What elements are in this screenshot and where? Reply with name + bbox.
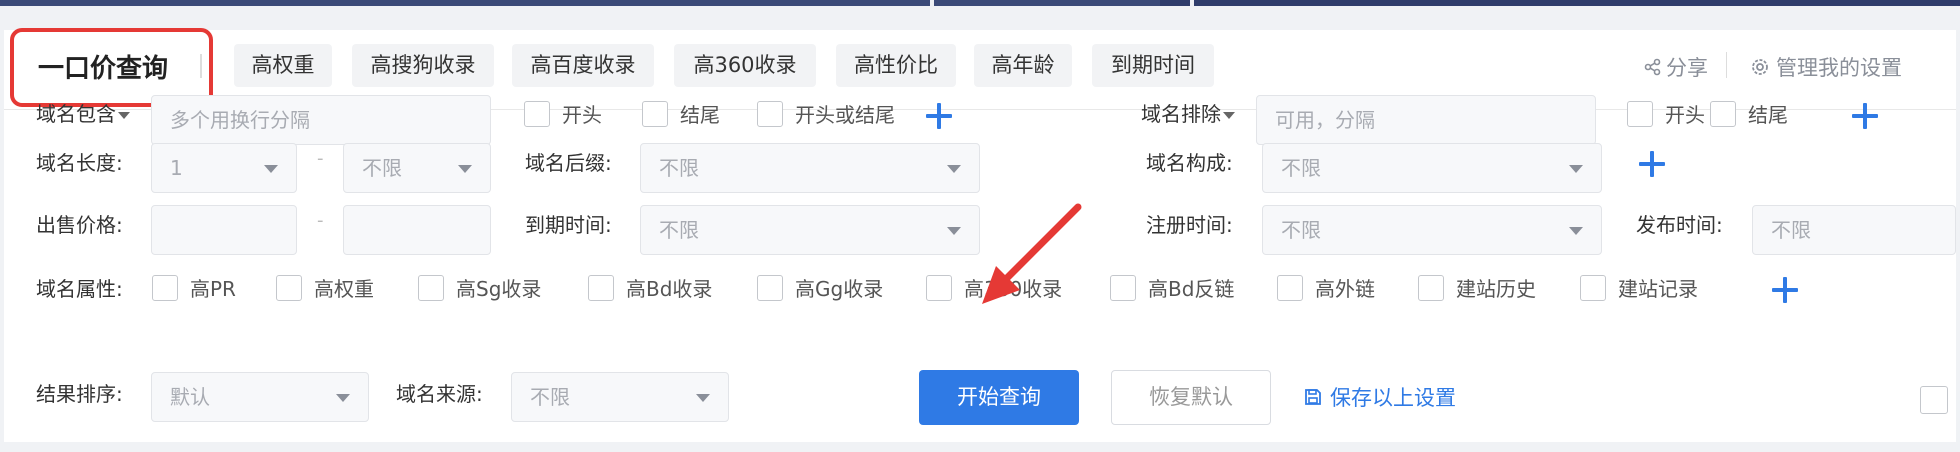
expire-select[interactable]: 不限	[640, 205, 980, 255]
reset-default-button[interactable]: 恢复默认	[1111, 370, 1271, 425]
include-either-label: 开头或结尾	[795, 103, 895, 127]
quick-tab-expire[interactable]: 到期时间	[1092, 44, 1214, 87]
attr-gg-checkbox[interactable]	[757, 275, 783, 301]
attr-weight-label: 高权重	[314, 277, 374, 301]
attr-pr-label: 高PR	[190, 277, 236, 301]
caret-down-icon	[696, 394, 710, 402]
quick-tab-360[interactable]: 高360收录	[674, 44, 816, 87]
range-dash: -	[317, 148, 324, 169]
top-nav-bar-right	[1160, 0, 1960, 6]
compose-select[interactable]: 不限	[1262, 143, 1602, 193]
attr-bd-checkbox[interactable]	[588, 275, 614, 301]
quick-tab-value[interactable]: 高性价比	[836, 44, 956, 87]
header-divider	[1726, 52, 1727, 78]
caret-down-icon	[118, 112, 130, 119]
include-start-checkbox[interactable]	[524, 101, 550, 127]
attr-sg-checkbox[interactable]	[418, 275, 444, 301]
search-panel: 一口价查询 高权重 高搜狗收录 高百度收录 高360收录 高性价比 高年龄 到期…	[4, 28, 1956, 442]
plus-icon[interactable]	[926, 103, 952, 129]
range-dash: -	[317, 210, 324, 231]
price-max-input[interactable]	[343, 205, 491, 255]
exclude-start-label: 开头	[1665, 103, 1705, 127]
top-nav-divider	[1190, 0, 1194, 6]
attr-gg-label: 高Gg收录	[795, 277, 884, 301]
include-end-checkbox[interactable]	[642, 101, 668, 127]
exclude-end-checkbox[interactable]	[1710, 101, 1736, 127]
attr-external-link-checkbox[interactable]	[1277, 275, 1303, 301]
share-link[interactable]: 分享	[1644, 52, 1708, 82]
page-title: 一口价查询	[38, 54, 169, 84]
price-label: 出售价格:	[36, 213, 123, 237]
sort-select[interactable]: 默认	[151, 372, 369, 422]
suffix-select[interactable]: 不限	[640, 143, 980, 193]
attr-bd-backlink-label: 高Bd反链	[1148, 277, 1235, 301]
caret-down-icon	[1569, 165, 1583, 173]
caret-down-icon	[947, 165, 961, 173]
attr-weight-checkbox[interactable]	[276, 275, 302, 301]
include-input[interactable]: 多个用换行分隔	[151, 95, 491, 145]
share-icon	[1644, 58, 1661, 76]
settings-label: 管理我的设置	[1776, 56, 1902, 80]
include-either-checkbox[interactable]	[757, 101, 783, 127]
register-select[interactable]: 不限	[1262, 205, 1602, 255]
quick-tab-sogou[interactable]: 高搜狗收录	[352, 44, 494, 87]
attr-sg-label: 高Sg收录	[456, 277, 542, 301]
save-settings-label: 保存以上设置	[1330, 386, 1456, 410]
register-label: 注册时间:	[1146, 213, 1233, 237]
include-start-label: 开头	[562, 103, 602, 127]
top-nav-divider	[930, 0, 934, 6]
source-label: 域名来源:	[396, 382, 483, 406]
suffix-label: 域名后缀:	[525, 151, 612, 175]
plus-icon[interactable]	[1772, 277, 1798, 303]
caret-down-icon	[947, 227, 961, 235]
attr-360-label: 高360收录	[964, 277, 1063, 301]
length-label: 域名长度:	[36, 151, 123, 175]
title-divider	[200, 54, 202, 78]
caret-down-icon	[264, 165, 278, 173]
caret-down-icon	[336, 394, 350, 402]
caret-down-icon	[458, 165, 472, 173]
attr-site-record-checkbox[interactable]	[1580, 275, 1606, 301]
price-min-input[interactable]	[151, 205, 297, 255]
start-search-button[interactable]: 开始查询	[919, 370, 1079, 425]
gear-icon	[1752, 59, 1768, 75]
expire-label: 到期时间:	[525, 213, 612, 237]
share-label: 分享	[1666, 56, 1708, 80]
quick-tab-age[interactable]: 高年龄	[974, 44, 1072, 87]
attr-bd-backlink-checkbox[interactable]	[1110, 275, 1136, 301]
quick-tab-high-weight[interactable]: 高权重	[234, 44, 332, 87]
include-label[interactable]: 域名包含	[36, 100, 130, 128]
include-end-label: 结尾	[680, 103, 720, 127]
save-icon	[1305, 389, 1321, 405]
publish-select[interactable]: 不限	[1752, 205, 1956, 255]
save-settings-link[interactable]: 保存以上设置	[1304, 382, 1456, 412]
caret-down-icon	[1223, 112, 1235, 119]
exclude-start-checkbox[interactable]	[1627, 101, 1653, 127]
quick-tab-baidu[interactable]: 高百度收录	[512, 44, 654, 87]
attr-external-link-label: 高外链	[1315, 277, 1375, 301]
length-min-select[interactable]: 1	[151, 143, 297, 193]
length-max-select[interactable]: 不限	[343, 143, 491, 193]
source-select[interactable]: 不限	[511, 372, 729, 422]
corner-checkbox[interactable]	[1920, 386, 1948, 414]
plus-icon[interactable]	[1639, 151, 1665, 177]
top-nav-bar	[0, 0, 1960, 6]
compose-label: 域名构成:	[1146, 151, 1233, 175]
sort-label: 结果排序:	[36, 382, 123, 406]
plus-icon[interactable]	[1852, 103, 1878, 129]
attr-site-history-label: 建站历史	[1456, 277, 1536, 301]
manage-settings-link[interactable]: 管理我的设置	[1750, 52, 1902, 82]
caret-down-icon	[1569, 227, 1583, 235]
attr-bd-label: 高Bd收录	[626, 277, 713, 301]
publish-label: 发布时间:	[1636, 213, 1723, 237]
exclude-label[interactable]: 域名排除	[1141, 100, 1235, 128]
exclude-input[interactable]: 可用，分隔	[1256, 95, 1596, 145]
attr-site-history-checkbox[interactable]	[1418, 275, 1444, 301]
attr-site-record-label: 建站记录	[1618, 277, 1698, 301]
attr-360-checkbox[interactable]	[926, 275, 952, 301]
attr-label: 域名属性:	[36, 277, 123, 301]
exclude-end-label: 结尾	[1748, 103, 1788, 127]
attr-pr-checkbox[interactable]	[152, 275, 178, 301]
